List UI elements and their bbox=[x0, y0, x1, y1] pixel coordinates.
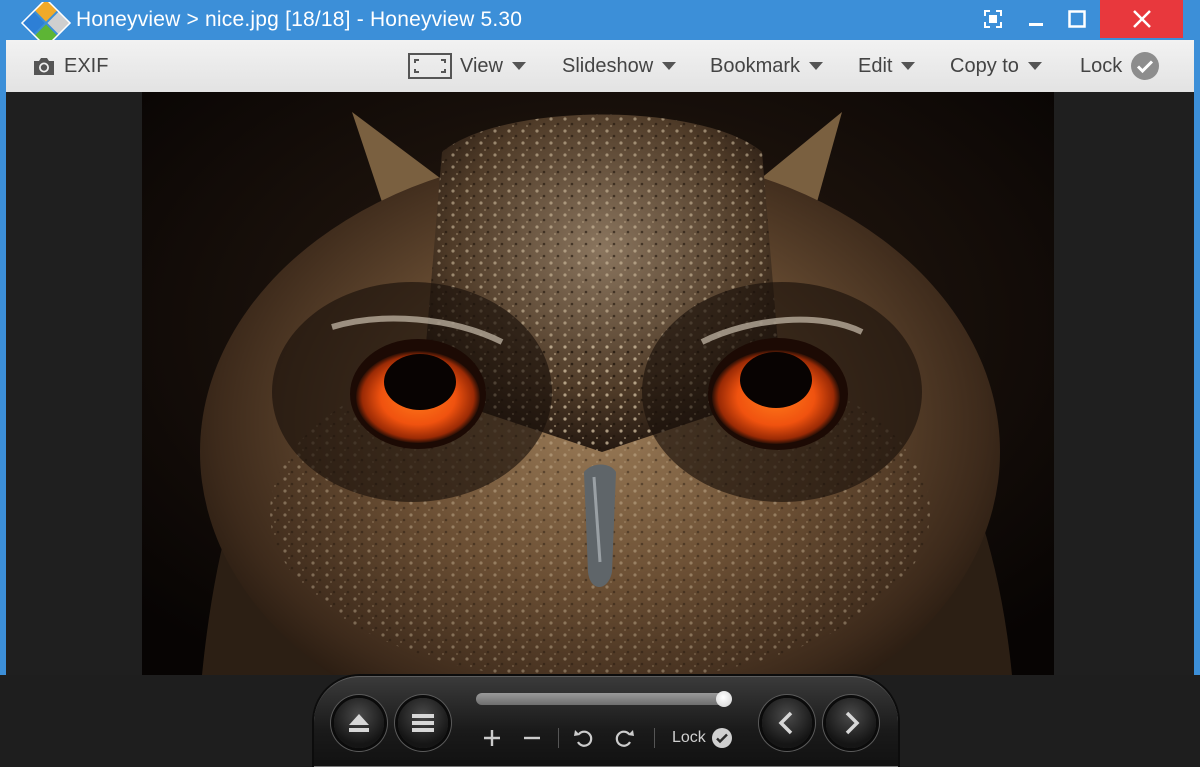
fullscreen-icon bbox=[984, 10, 1002, 28]
next-icon bbox=[845, 711, 860, 735]
check-icon bbox=[711, 728, 732, 748]
prev-icon bbox=[778, 711, 793, 735]
lock-label: Lock bbox=[1080, 54, 1123, 77]
slider-knob[interactable] bbox=[716, 691, 732, 707]
separator bbox=[558, 728, 559, 748]
slideshow-menu[interactable]: Slideshow bbox=[562, 40, 677, 92]
window-title: Honeyview > nice.jpg [18/18] - Honeyview… bbox=[76, 8, 523, 31]
progress-fill bbox=[476, 693, 724, 705]
chevron-down-icon bbox=[809, 62, 824, 70]
eject-icon bbox=[349, 714, 369, 732]
panel-lock-toggle[interactable]: Lock bbox=[672, 726, 732, 750]
maximize-button[interactable] bbox=[1054, 0, 1100, 38]
title-bar[interactable]: Honeyview > nice.jpg [18/18] - Honeyview… bbox=[0, 0, 1200, 44]
zoom-in-icon bbox=[484, 730, 500, 746]
zoom-out-button[interactable] bbox=[518, 724, 546, 752]
window-border-right bbox=[1194, 0, 1200, 675]
bookmark-menu[interactable]: Bookmark bbox=[710, 40, 824, 92]
eject-button[interactable] bbox=[334, 698, 384, 748]
owl-photo bbox=[142, 92, 1054, 675]
chevron-down-icon bbox=[901, 62, 916, 70]
panel-lock-label: Lock bbox=[672, 729, 706, 746]
lock-toggle[interactable]: Lock bbox=[1080, 40, 1160, 92]
toolbar: EXIF View Slideshow Bookmark Edit Copy t… bbox=[6, 40, 1194, 93]
previous-image-button[interactable] bbox=[762, 698, 812, 748]
camera-icon bbox=[34, 58, 54, 75]
rotate-right-icon bbox=[615, 730, 634, 747]
displayed-image bbox=[142, 92, 1054, 675]
honeyview-window: Honeyview > nice.jpg [18/18] - Honeyview… bbox=[0, 0, 1200, 767]
close-button[interactable] bbox=[1100, 0, 1183, 38]
menu-icon bbox=[412, 714, 434, 732]
zoom-out-icon bbox=[524, 736, 540, 740]
view-menu[interactable]: View bbox=[408, 40, 526, 92]
zoom-in-button[interactable] bbox=[478, 724, 506, 752]
fullscreen-button[interactable] bbox=[970, 0, 1016, 38]
close-icon bbox=[1132, 10, 1151, 28]
minimize-button[interactable] bbox=[1013, 0, 1059, 38]
menu-button[interactable] bbox=[398, 698, 448, 748]
exif-label: EXIF bbox=[64, 54, 109, 77]
rotate-left-button[interactable] bbox=[570, 724, 598, 752]
rotate-left-icon bbox=[574, 730, 593, 747]
exif-button[interactable]: EXIF bbox=[32, 40, 108, 92]
image-viewer[interactable]: Lock bbox=[6, 92, 1194, 767]
view-label: View bbox=[460, 54, 503, 77]
next-image-button[interactable] bbox=[826, 698, 876, 748]
check-circle-icon bbox=[1131, 52, 1160, 80]
control-panel: Lock bbox=[314, 676, 898, 767]
copy-to-menu[interactable]: Copy to bbox=[950, 40, 1042, 92]
minimize-icon bbox=[1029, 23, 1043, 26]
rotate-right-button[interactable] bbox=[610, 724, 638, 752]
separator bbox=[654, 728, 655, 748]
edit-label: Edit bbox=[858, 54, 893, 77]
fit-screen-icon bbox=[408, 53, 452, 79]
image-position-slider[interactable] bbox=[476, 691, 732, 707]
edit-menu[interactable]: Edit bbox=[858, 40, 916, 92]
chevron-down-icon bbox=[662, 62, 677, 70]
chevron-down-icon bbox=[512, 62, 526, 70]
chevron-down-icon bbox=[1027, 62, 1042, 70]
maximize-icon bbox=[1068, 10, 1086, 28]
bookmark-label: Bookmark bbox=[710, 54, 801, 77]
slideshow-label: Slideshow bbox=[562, 54, 654, 77]
honeyview-logo-icon[interactable] bbox=[20, 2, 72, 44]
copy-to-label: Copy to bbox=[950, 54, 1019, 77]
